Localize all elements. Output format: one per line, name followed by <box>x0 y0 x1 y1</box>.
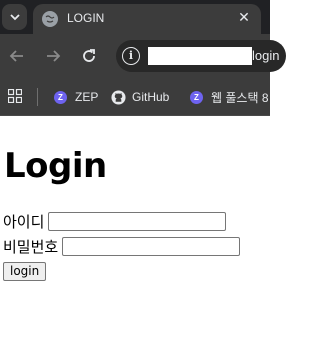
forward-button[interactable] <box>43 46 63 66</box>
back-button[interactable] <box>7 46 27 66</box>
reload-button[interactable] <box>79 46 99 66</box>
password-label: 비밀번호 <box>3 238 59 256</box>
bookmark-label: ZEP <box>75 90 99 104</box>
bookmark-zep[interactable]: Z ZEP <box>54 87 98 107</box>
tab-title: LOGIN <box>67 11 105 25</box>
id-label: 아이디 <box>3 213 45 231</box>
github-icon <box>111 89 126 105</box>
id-input[interactable] <box>48 212 227 231</box>
address-bar[interactable]: i login <box>116 40 286 72</box>
url-redacted-block <box>148 47 252 65</box>
tab-strip: LOGIN ✕ <box>0 0 270 34</box>
bookmarks-separator <box>37 88 38 106</box>
login-button[interactable]: login <box>3 262 47 281</box>
globe-icon <box>42 11 58 27</box>
bookmark-web-fullstack[interactable]: Z 웹 풀스택 8 <box>190 87 269 107</box>
forward-arrow-icon <box>47 50 61 62</box>
browser-tab[interactable]: LOGIN ✕ <box>33 4 261 34</box>
apps-grid-icon[interactable] <box>8 89 22 103</box>
browser-toolbar: i login <box>0 34 286 78</box>
page-title: Login <box>4 146 107 186</box>
bookmark-github[interactable]: GitHub <box>111 87 169 107</box>
id-row: 아이디 <box>3 211 227 232</box>
tab-search-button[interactable] <box>2 4 27 30</box>
url-fragment: login <box>252 48 280 63</box>
bookmark-label: 웹 풀스택 8 <box>211 90 269 105</box>
zep-icon: Z <box>54 90 67 104</box>
password-input[interactable] <box>62 237 241 256</box>
info-icon[interactable]: i <box>122 47 140 65</box>
password-row: 비밀번호 <box>3 236 241 257</box>
page-content: Login 아이디 비밀번호 login <box>0 116 270 361</box>
zep-icon: Z <box>190 90 203 104</box>
bookmarks-bar: Z ZEP GitHub Z 웹 풀스택 8 <box>0 78 270 116</box>
chevron-down-icon <box>9 14 20 21</box>
back-arrow-icon <box>9 50 23 62</box>
reload-icon <box>83 49 95 62</box>
tab-close-icon[interactable]: ✕ <box>235 9 253 27</box>
bookmark-label: GitHub <box>132 90 170 104</box>
